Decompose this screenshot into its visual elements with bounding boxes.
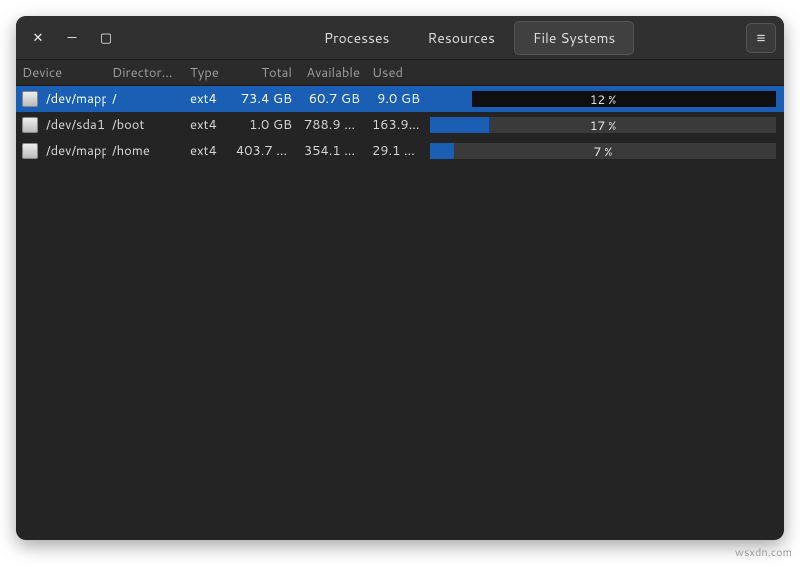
header-directory[interactable]: Directory▼ xyxy=(106,64,184,82)
cell-used: 9.0 GB xyxy=(366,90,426,108)
header-device[interactable]: Device xyxy=(16,64,106,82)
cell-device: /dev/mapp xyxy=(46,142,106,160)
usage-bar-label: 17 % xyxy=(590,117,616,133)
column-headers: Device Directory▼ Type Total Available U… xyxy=(16,60,784,86)
table-row[interactable]: /dev/mapp/ext473.4 GB60.7 GB9.0 GB 12 % xyxy=(16,86,784,112)
cell-directory: /home xyxy=(106,142,184,160)
cell-total: 73.4 GB xyxy=(230,90,298,108)
minimize-button[interactable]: — xyxy=(58,24,86,52)
header-total[interactable]: Total xyxy=(230,64,298,82)
hamburger-menu-button[interactable]: ≡ xyxy=(746,23,776,53)
cell-device: /dev/sda1 xyxy=(46,116,105,134)
cell-available: 60.7 GB xyxy=(298,90,366,108)
header-available[interactable]: Available xyxy=(298,64,366,82)
cell-total: 403.7 GB xyxy=(230,142,298,160)
cell-directory: / xyxy=(106,90,184,108)
header-used[interactable]: Used xyxy=(366,64,426,82)
usage-bar: 7 % xyxy=(430,143,776,159)
cell-device: /dev/mapp xyxy=(46,90,106,108)
cell-available: 354.1 GB xyxy=(298,142,366,160)
table-row[interactable]: /dev/sda1/bootext41.0 GB788.9 MB163.9 MB… xyxy=(16,112,784,138)
usage-bar-fill xyxy=(430,143,454,159)
cell-type: ext4 xyxy=(184,116,230,134)
disk-icon xyxy=(22,117,38,133)
watermark: wsxdn.com xyxy=(735,544,792,560)
cell-directory: /boot xyxy=(106,116,184,134)
cell-available: 788.9 MB xyxy=(298,116,366,134)
close-button[interactable]: ✕ xyxy=(24,24,52,52)
maximize-button[interactable]: ▢ xyxy=(92,24,120,52)
view-tabs: ProcessesResourcesFile Systems xyxy=(305,21,635,55)
disk-icon xyxy=(22,143,38,159)
cell-used: 29.1 GB xyxy=(366,142,426,160)
usage-bar-label: 12 % xyxy=(590,91,616,107)
tab-processes[interactable]: Processes xyxy=(305,21,409,55)
usage-bar: 17 % xyxy=(430,117,776,133)
tab-file-systems[interactable]: File Systems xyxy=(514,21,634,55)
header-type[interactable]: Type xyxy=(184,64,230,82)
usage-bar-fill xyxy=(430,91,472,107)
table-row[interactable]: /dev/mapp/homeext4403.7 GB354.1 GB29.1 G… xyxy=(16,138,784,164)
cell-type: ext4 xyxy=(184,90,230,108)
filesystem-rows: /dev/mapp/ext473.4 GB60.7 GB9.0 GB12 %/d… xyxy=(16,86,784,540)
cell-used: 163.9 MB xyxy=(366,116,426,134)
usage-bar-label: 7 % xyxy=(594,143,613,159)
tab-resources[interactable]: Resources xyxy=(408,21,513,55)
disk-icon xyxy=(22,91,38,107)
cell-total: 1.0 GB xyxy=(230,116,298,134)
header-directory-label: Directory xyxy=(112,64,173,82)
usage-bar: 12 % xyxy=(430,91,776,107)
cell-type: ext4 xyxy=(184,142,230,160)
system-monitor-window: ✕ — ▢ ProcessesResourcesFile Systems ≡ D… xyxy=(16,16,784,540)
titlebar: ✕ — ▢ ProcessesResourcesFile Systems ≡ xyxy=(16,16,784,60)
usage-bar-fill xyxy=(430,117,489,133)
